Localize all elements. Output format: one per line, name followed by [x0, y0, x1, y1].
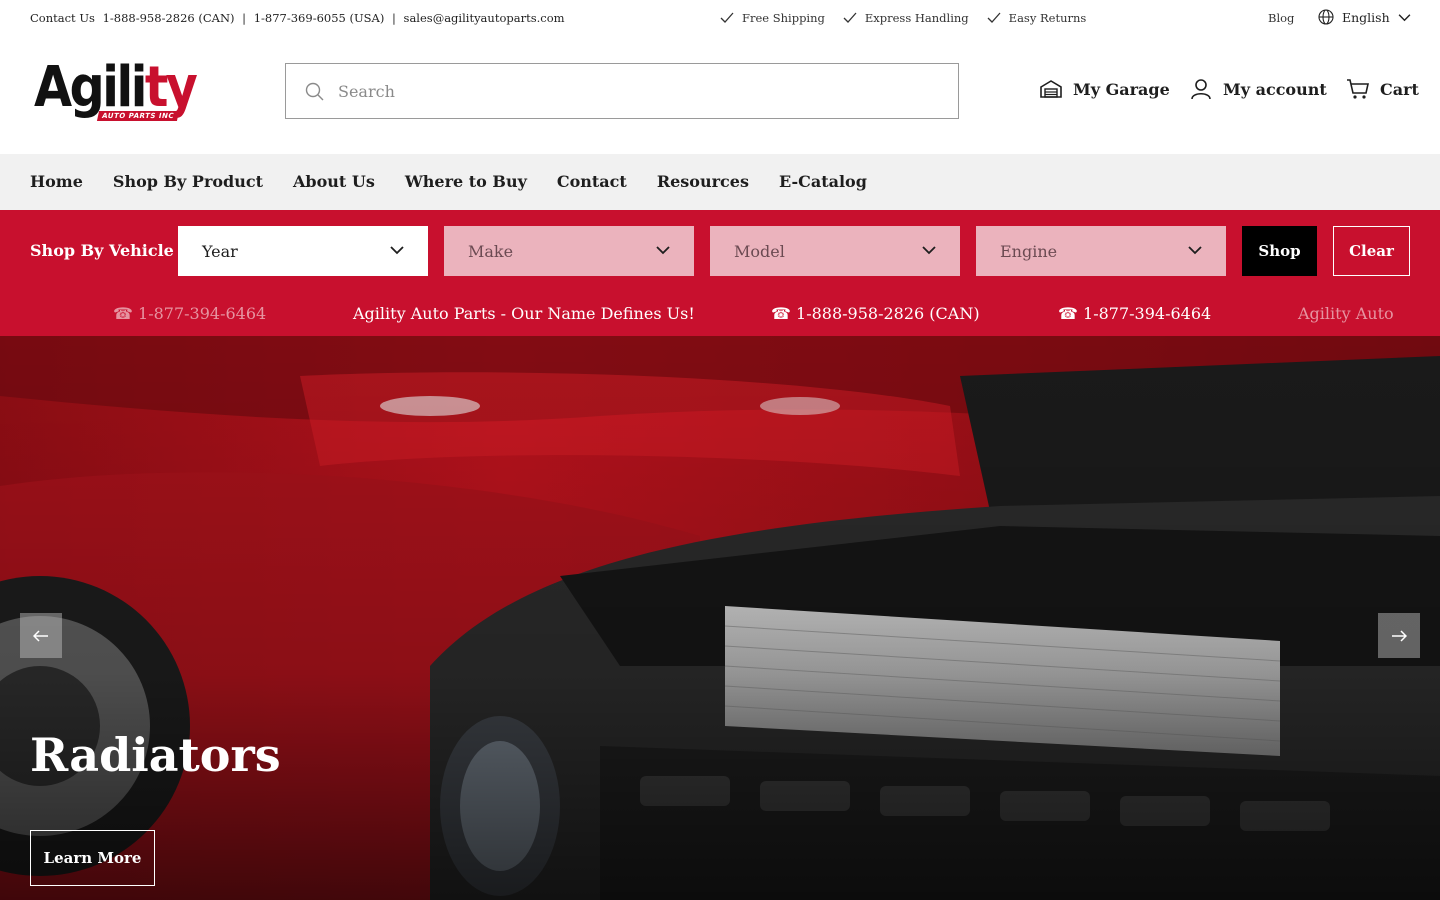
my-account-link[interactable]: My account	[1189, 77, 1327, 101]
separator: |	[242, 11, 247, 25]
search-bar[interactable]	[285, 63, 959, 119]
model-select[interactable]: Model	[710, 226, 960, 276]
separator: |	[392, 11, 396, 25]
carousel-prev-button[interactable]	[20, 613, 62, 658]
shop-by-vehicle-label: Shop By Vehicle	[30, 241, 174, 260]
hero-image	[0, 336, 1440, 900]
hero-title: Radiators	[30, 728, 281, 782]
site-logo[interactable]: Agility AUTO PARTS INC	[34, 55, 204, 127]
contact-info: Contact Us 1-888-958-2826 (CAN) | 1-877-…	[30, 11, 569, 25]
ticker-item[interactable]: ☎ 1-877-394-6464	[113, 304, 266, 323]
nav-item-about-us[interactable]: About Us	[293, 172, 375, 191]
cart-link[interactable]: Cart	[1346, 77, 1419, 101]
engine-select[interactable]: Engine	[976, 226, 1226, 276]
my-account-label: My account	[1223, 79, 1327, 99]
shop-button[interactable]: Shop	[1242, 226, 1317, 276]
site-header: Agility AUTO PARTS INC My Garage My acco…	[0, 37, 1440, 154]
carousel-next-button[interactable]	[1378, 613, 1420, 658]
user-icon	[1191, 79, 1211, 100]
clear-button[interactable]: Clear	[1333, 226, 1410, 276]
cart-label: Cart	[1380, 79, 1419, 99]
nav-item-contact[interactable]: Contact	[557, 172, 627, 191]
check-icon	[987, 12, 1001, 23]
nav-item-resources[interactable]: Resources	[657, 172, 749, 191]
shop-by-vehicle-bar: Shop By Vehicle Year Make Model Engine S…	[0, 210, 1440, 292]
language-selector[interactable]: English	[1318, 9, 1411, 25]
announcement-ticker: ☎ 1-877-394-6464 Agility Auto Parts - Ou…	[0, 292, 1440, 336]
perk-label: Easy Returns	[1008, 11, 1087, 25]
chevron-down-icon	[1188, 246, 1202, 255]
my-garage-link[interactable]: My Garage	[1039, 77, 1170, 101]
cart-icon	[1347, 79, 1369, 99]
search-input[interactable]	[338, 64, 938, 118]
search-icon	[305, 82, 324, 101]
year-select-value: Year	[202, 241, 238, 261]
language-label: English	[1342, 9, 1390, 25]
chevron-down-icon	[656, 246, 670, 255]
phone-usa-link[interactable]: 1-877-369-6055 (USA)	[254, 11, 385, 25]
chevron-down-icon	[1398, 13, 1411, 21]
nav-item-home[interactable]: Home	[30, 172, 83, 191]
globe-icon	[1318, 9, 1334, 25]
check-icon	[843, 12, 857, 23]
blog-link[interactable]: Blog	[1268, 11, 1294, 25]
learn-more-button[interactable]: Learn More	[30, 830, 155, 886]
make-select[interactable]: Make	[444, 226, 694, 276]
main-nav: Home Shop By Product About Us Where to B…	[0, 154, 1440, 210]
arrow-right-icon	[1392, 629, 1407, 642]
perk-express-handling: Express Handling	[843, 11, 969, 25]
contact-us-link[interactable]: Contact Us	[30, 11, 95, 25]
ticker-item[interactable]: ☎ 1-888-958-2826 (CAN)	[771, 304, 980, 323]
garage-icon	[1040, 80, 1062, 98]
perk-free-shipping: Free Shipping	[720, 11, 825, 25]
arrow-left-icon	[33, 629, 48, 642]
perks-list: Free Shipping Express Handling Easy Retu…	[720, 11, 1086, 25]
ticker-item: Agility Auto Parts - Our Name Defines Us…	[353, 304, 695, 323]
perk-label: Express Handling	[864, 11, 969, 25]
chevron-down-icon	[922, 246, 936, 255]
my-garage-label: My Garage	[1073, 79, 1170, 99]
perk-easy-returns: Easy Returns	[987, 11, 1087, 25]
nav-item-e-catalog[interactable]: E-Catalog	[779, 172, 867, 191]
ticker-item[interactable]: ☎ 1-877-394-6464	[1058, 304, 1211, 323]
phone-can-link[interactable]: 1-888-958-2826 (CAN)	[103, 11, 235, 25]
perk-label: Free Shipping	[742, 11, 825, 25]
nav-item-where-to-buy[interactable]: Where to Buy	[405, 172, 527, 191]
hero-carousel: Radiators Learn More	[0, 336, 1440, 900]
model-select-value: Model	[734, 241, 785, 261]
year-select[interactable]: Year	[178, 226, 428, 276]
ticker-item: Agility Auto	[1298, 304, 1394, 323]
top-utility-bar: Contact Us 1-888-958-2826 (CAN) | 1-877-…	[0, 0, 1440, 37]
nav-item-shop-by-product[interactable]: Shop By Product	[113, 172, 263, 191]
email-link[interactable]: sales@agilityautoparts.com	[404, 11, 565, 25]
make-select-value: Make	[468, 241, 514, 261]
chevron-down-icon	[390, 246, 404, 255]
engine-select-value: Engine	[1000, 241, 1058, 261]
logo-subtitle: AUTO PARTS INC	[96, 111, 179, 121]
check-icon	[720, 12, 734, 23]
